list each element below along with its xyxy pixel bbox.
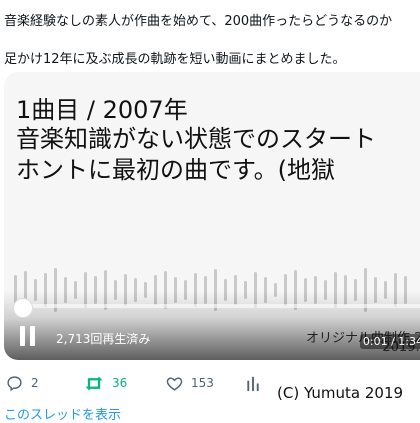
show-thread-link[interactable]: このスレッドを表示 [4, 404, 121, 423]
retweet-icon [85, 376, 103, 390]
video-overlay-subtitle: 音楽知識がない状態でのスタート [16, 125, 376, 153]
tweet-text-line-2: 足かけ12年に及ぶ成長の軌跡を短い動画にまとめました。 [4, 52, 346, 67]
view-count: 2,713回再生済み [56, 332, 151, 346]
tweet-text-line-1: 音楽経験なしの素人が作曲を始めて、200曲作ったらどうなるのか [4, 14, 393, 29]
copyright-text: (C) Yumuta 2019 [277, 384, 404, 402]
video-player[interactable]: 1曲目 / 2007年 音楽知識がない状態でのスタート ホントに最初の曲です。(… [4, 72, 420, 360]
reply-count: 2 [31, 376, 39, 390]
pause-icon [20, 326, 25, 346]
analytics-button[interactable] [246, 374, 260, 392]
like-button[interactable]: 153 [166, 374, 214, 392]
analytics-icon [247, 376, 259, 391]
time-readout: 0:01 / 1:34 [359, 334, 420, 349]
like-icon [166, 376, 183, 391]
pause-button[interactable] [18, 326, 38, 346]
progress-bar[interactable] [16, 304, 420, 308]
pause-icon-bar [30, 326, 35, 346]
reply-icon [7, 375, 22, 391]
video-controls: 2,713回再生済み [4, 290, 420, 360]
progress-knob[interactable] [13, 298, 33, 318]
video-overlay-title: 1曲目 / 2007年 [16, 96, 188, 124]
reply-button[interactable]: 2 [6, 374, 39, 392]
retweet-count: 36 [112, 376, 128, 390]
retweet-button[interactable]: 36 [84, 374, 127, 392]
video-overlay-note: ホントに最初の曲です。(地獄 [16, 156, 335, 184]
like-count: 153 [191, 376, 214, 390]
